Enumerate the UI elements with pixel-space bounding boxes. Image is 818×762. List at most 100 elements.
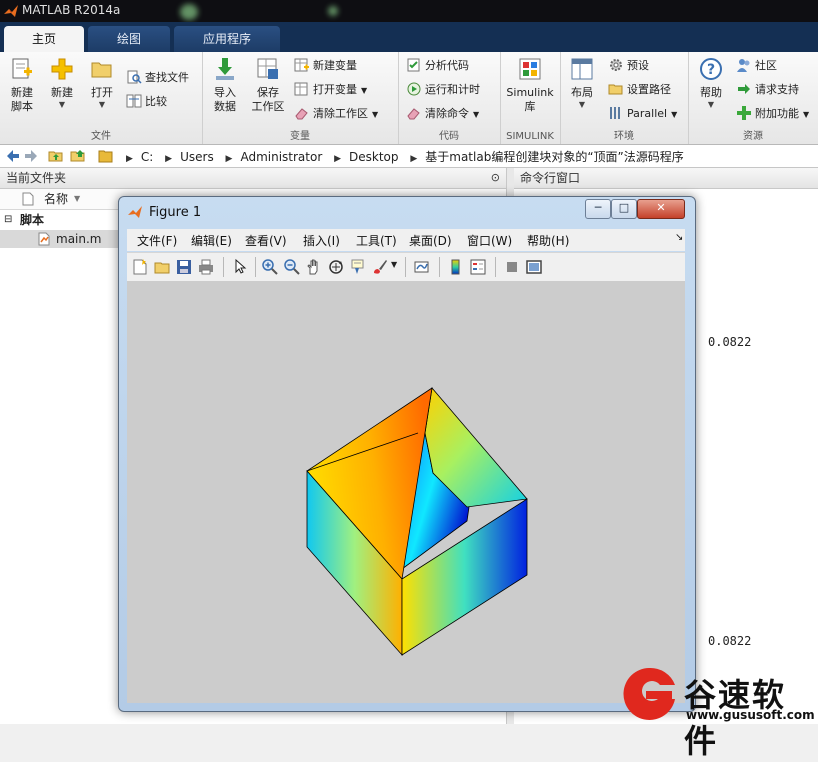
layout-button[interactable]: 布局 ▼	[564, 56, 600, 110]
new-variable-button[interactable]: 新建变量	[294, 56, 357, 76]
ribbon-group-label: 代码	[439, 131, 459, 142]
clear-workspace-button[interactable]: 清除工作区 ▼	[294, 104, 378, 124]
menu-view[interactable]: 查看(V)	[245, 232, 287, 249]
tab-plots[interactable]: 绘图	[88, 26, 170, 52]
chevron-right-icon: ▶	[410, 154, 418, 164]
maximize-button[interactable]: □	[611, 199, 637, 219]
svg-text:?: ?	[707, 62, 715, 78]
dock-arrow-icon[interactable]: ↘	[675, 232, 683, 243]
help-label: 帮助	[700, 86, 722, 99]
tab-home[interactable]: 主页	[4, 26, 84, 52]
import-data-button[interactable]: 导入 数据	[206, 56, 244, 114]
matlab-logo-icon	[4, 5, 18, 17]
zoom-in-icon[interactable]	[261, 258, 279, 276]
compare-icon	[126, 94, 142, 108]
save-icon[interactable]	[175, 258, 193, 276]
compare-button[interactable]: 比较	[126, 92, 167, 112]
panel-menu-icon[interactable]: ⊙	[491, 168, 500, 188]
forward-arrow-icon[interactable]	[24, 148, 40, 164]
preferences-button[interactable]: 预设	[608, 56, 649, 76]
folder-icon	[98, 150, 113, 163]
data-cursor-icon[interactable]	[349, 258, 367, 276]
menu-edit[interactable]: 编辑(E)	[191, 232, 232, 249]
folder-path-icon	[608, 84, 623, 95]
back-arrow-icon[interactable]	[4, 148, 20, 164]
parallel-button[interactable]: Parallel ▼	[608, 104, 677, 124]
request-support-button[interactable]: 请求支持	[736, 80, 799, 100]
find-files-button[interactable]: 查找文件	[126, 68, 189, 88]
menu-file[interactable]: 文件(F)	[137, 232, 177, 249]
clear-commands-label: 清除命令	[425, 107, 469, 120]
new-button[interactable]: 新建 ▼	[44, 56, 80, 110]
simulink-library-label: Simulink 库	[506, 86, 554, 113]
link-plot-icon[interactable]	[413, 258, 431, 276]
breadcrumb-item[interactable]: 基于matlab编程创建块对象的“顶面”法源码程序	[425, 150, 684, 164]
analyze-code-button[interactable]: 分析代码	[406, 56, 469, 76]
pointer-icon[interactable]	[231, 258, 249, 276]
ribbon-group-label: 变量	[290, 131, 310, 142]
open-file-icon[interactable]	[153, 258, 171, 276]
ribbon: 新建 脚本 新建 ▼ 打开 ▼ 查找文件 比较 文件 导入 数据 保存 工作区 …	[0, 52, 818, 145]
menu-help[interactable]: 帮助(H)	[527, 232, 569, 249]
breadcrumb-item[interactable]: Desktop	[349, 150, 399, 164]
menu-window[interactable]: 窗口(W)	[467, 232, 512, 249]
rotate-3d-icon[interactable]	[327, 258, 345, 276]
community-button[interactable]: 社区	[736, 56, 777, 76]
simulink-library-button[interactable]: Simulink 库	[504, 56, 556, 114]
open-variable-button[interactable]: 打开变量 ▼	[294, 80, 367, 100]
open-variable-label: 打开变量	[313, 83, 357, 96]
run-and-time-button[interactable]: 运行和计时	[406, 80, 480, 100]
new-figure-icon[interactable]	[131, 258, 149, 276]
breadcrumb-item[interactable]: Users	[180, 150, 214, 164]
current-folder-title: 当前文件夹	[6, 171, 67, 185]
set-path-label: 设置路径	[627, 83, 671, 96]
command-window-title: 命令行窗口	[520, 171, 581, 185]
breadcrumb-item[interactable]: Administrator	[240, 150, 322, 164]
save-workspace-icon	[257, 58, 278, 79]
matlab-logo-icon	[128, 206, 142, 218]
zoom-out-icon[interactable]	[283, 258, 301, 276]
open-button[interactable]: 打开 ▼	[84, 56, 120, 110]
chevron-down-icon: ▼	[58, 100, 66, 109]
hide-tools-icon[interactable]	[503, 258, 521, 276]
desktop-glow	[180, 4, 198, 20]
up-folder-icon[interactable]	[48, 148, 64, 164]
chevron-down-icon: ▼	[578, 100, 586, 109]
set-path-button[interactable]: 设置路径	[608, 80, 671, 100]
print-icon[interactable]	[197, 258, 215, 276]
tab-apps[interactable]: 应用程序	[174, 26, 280, 52]
figure-window[interactable]: Figure 1 ─ □ ✕ 文件(F) 编辑(E) 查看(V) 插入(I) 工…	[118, 196, 696, 712]
menu-desktop[interactable]: 桌面(D)	[409, 232, 452, 249]
legend-icon[interactable]	[469, 258, 487, 276]
minimize-button[interactable]: ─	[585, 199, 611, 219]
plus-green-icon	[737, 106, 751, 120]
new-script-button[interactable]: 新建 脚本	[4, 56, 40, 114]
file-name: main.m	[56, 232, 102, 246]
new-script-label: 新建 脚本	[11, 86, 33, 113]
chevron-down-icon: ▼	[361, 86, 368, 95]
collapse-icon[interactable]: ⊟	[4, 211, 12, 229]
new-variable-label: 新建变量	[313, 59, 357, 72]
plot-area[interactable]	[127, 281, 685, 703]
colorbar-icon[interactable]	[447, 258, 465, 276]
help-button[interactable]: ? 帮助 ▼	[694, 56, 728, 110]
addons-button[interactable]: 附加功能 ▼	[736, 104, 809, 124]
show-tools-icon[interactable]	[525, 258, 543, 276]
breadcrumb[interactable]: ▶ C: ▶ Users ▶ Administrator ▶ Desktop ▶ 基于ma…	[118, 148, 684, 165]
breadcrumb-item[interactable]: C:	[141, 150, 153, 164]
toolbar-separator	[405, 257, 406, 277]
browse-folder-icon[interactable]	[70, 148, 86, 164]
chevron-down-icon: ▼	[707, 100, 715, 109]
surface-plot[interactable]	[127, 281, 685, 703]
pan-hand-icon[interactable]	[305, 258, 323, 276]
save-workspace-button[interactable]: 保存 工作区	[248, 56, 288, 114]
menu-tools[interactable]: 工具(T)	[356, 232, 397, 249]
chevron-down-icon[interactable]: ▼	[391, 260, 397, 269]
ribbon-tab-bar: 主页 绘图 应用程序	[0, 22, 818, 52]
brush-icon[interactable]	[371, 258, 389, 276]
ribbon-group-label: SIMULINK	[506, 131, 554, 142]
menu-insert[interactable]: 插入(I)	[303, 232, 340, 249]
close-button[interactable]: ✕	[637, 199, 685, 219]
clear-commands-button[interactable]: 清除命令 ▼	[406, 104, 479, 124]
preferences-label: 预设	[627, 59, 649, 72]
